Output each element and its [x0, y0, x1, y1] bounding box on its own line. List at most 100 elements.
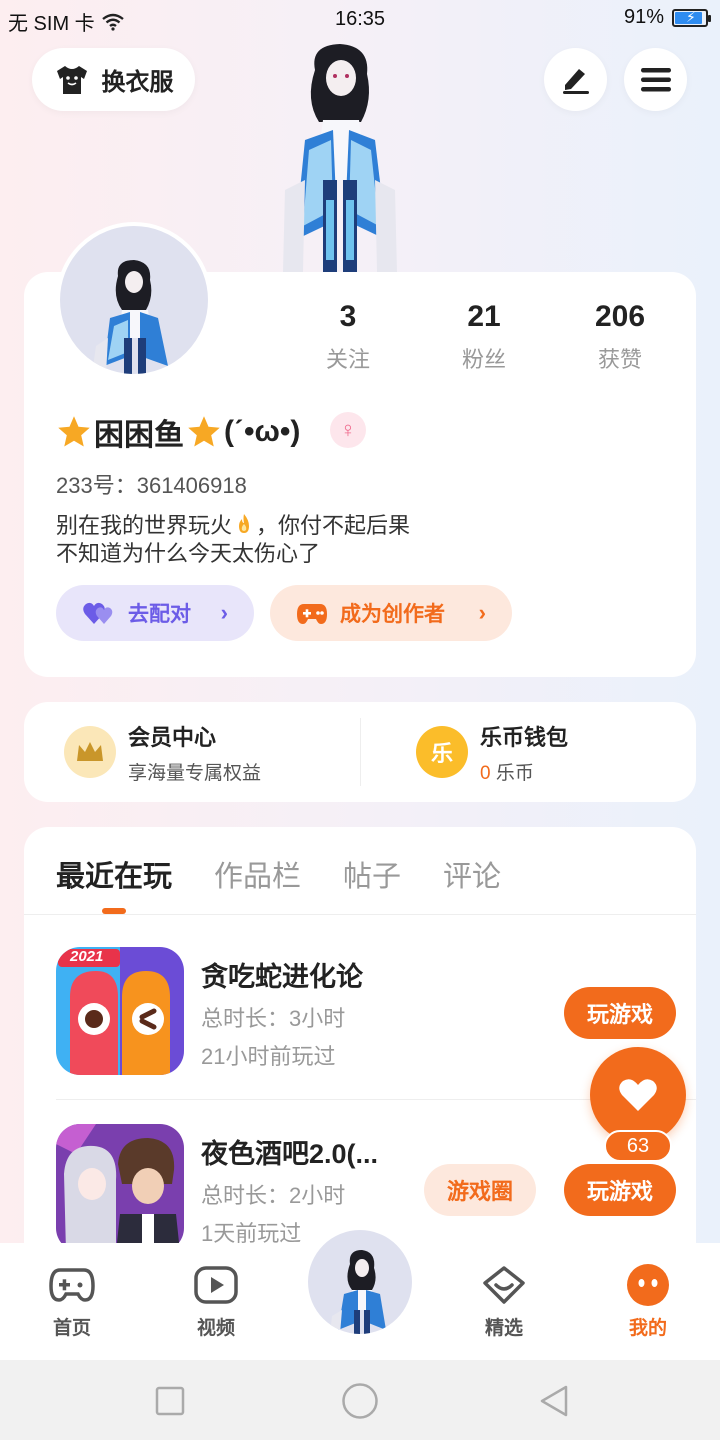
- nav-home[interactable]: 首页: [22, 1263, 122, 1340]
- battery-icon: ⚡: [672, 8, 711, 27]
- game-icon-bar[interactable]: [56, 1124, 184, 1252]
- play-game-button[interactable]: 玩游戏: [564, 1164, 676, 1216]
- menu-button[interactable]: [624, 48, 687, 111]
- like-count: 63: [604, 1130, 672, 1162]
- heart-box-icon: [454, 1263, 554, 1307]
- nav-featured[interactable]: 精选: [454, 1263, 554, 1340]
- divider: [24, 914, 696, 915]
- stat-value: 21: [467, 300, 501, 333]
- status-bar: 无 SIM 卡 16:35 91% ⚡: [0, 0, 720, 38]
- wallet-unit: 乐币: [490, 762, 534, 784]
- membership-center[interactable]: 会员中心 享海量专属权益: [24, 702, 360, 802]
- tab-posts[interactable]: 帖子: [343, 853, 401, 895]
- game-badge-year: 2021: [70, 948, 104, 965]
- stat-value: 206: [594, 300, 646, 333]
- pencil-icon: [562, 68, 589, 94]
- fire-icon: [239, 514, 250, 533]
- uid-label: 233号：: [56, 473, 137, 498]
- game-name: 夜色酒吧2.0(...: [201, 1139, 379, 1169]
- heart-icon: [619, 1079, 657, 1111]
- stat-likes[interactable]: 206 获赞: [552, 300, 688, 374]
- menu-icon: [640, 67, 671, 91]
- crown-icon: [64, 726, 116, 778]
- star-icon: [58, 416, 90, 447]
- stat-value: 3: [339, 300, 357, 333]
- nickname-suffix: (ˊ•ω•): [224, 415, 301, 448]
- stat-label: 获赞: [597, 347, 642, 372]
- wallet-title: 乐币钱包: [480, 724, 569, 750]
- bio-text: ，你付不起后果: [256, 513, 411, 538]
- coin-icon-text: 乐: [430, 741, 453, 766]
- user-id: 233号：361406918: [56, 468, 247, 500]
- become-creator-button[interactable]: 成为创作者 ›: [270, 585, 512, 641]
- nav-label: 我的: [628, 1318, 667, 1339]
- hearts-icon: [82, 600, 116, 626]
- chevron-right-icon: ›: [220, 600, 228, 625]
- nickname: 困困鱼 (ˊ•ω•): [56, 410, 300, 454]
- gamepad-icon: [296, 600, 328, 626]
- avatar-3d-figure[interactable]: [275, 40, 405, 272]
- profile-avatar[interactable]: [56, 222, 212, 378]
- creator-label: 成为创作者: [340, 603, 445, 626]
- bio: 别在我的世界玩火 ，你付不起后果 不知道为什么今天太伤心了: [56, 512, 410, 568]
- tab-works[interactable]: 作品栏: [214, 853, 301, 895]
- gamepad-icon: [22, 1263, 122, 1307]
- wallet-amount: 0: [480, 762, 491, 784]
- tab-comments[interactable]: 评论: [443, 853, 501, 895]
- game-last-played: 21小时前玩过: [201, 1044, 336, 1069]
- match-button[interactable]: 去配对 ›: [56, 585, 254, 641]
- play-game-button[interactable]: 玩游戏: [564, 987, 676, 1039]
- game-name: 贪吃蛇进化论: [201, 962, 363, 992]
- change-outfit-button[interactable]: 换衣服: [32, 48, 195, 111]
- play-icon: [166, 1263, 266, 1307]
- membership-subtitle: 享海量专属权益: [128, 762, 262, 784]
- nickname-text: 困困鱼: [94, 419, 184, 452]
- like-button[interactable]: [590, 1047, 686, 1143]
- edit-profile-button[interactable]: [544, 48, 607, 111]
- bio-text: 别在我的世界玩火: [56, 513, 233, 538]
- game-circle-button[interactable]: 游戏圈: [424, 1164, 536, 1216]
- nav-video[interactable]: 视频: [166, 1263, 266, 1340]
- game-duration: 总时长：3小时: [201, 1006, 346, 1031]
- stat-following[interactable]: 3 关注: [280, 300, 416, 374]
- nav-label: 精选: [484, 1318, 523, 1339]
- profile-stats: 3 关注 21 粉丝 206 获赞: [280, 300, 696, 374]
- coin-icon: 乐: [416, 726, 468, 778]
- activity-card: 最近在玩 作品栏 帖子 评论 2021 贪吃蛇进化论 总时长：3小时 21小时前…: [24, 827, 696, 1267]
- stat-followers[interactable]: 21 粉丝: [416, 300, 552, 374]
- bio-line-2: 不知道为什么今天太伤心了: [56, 541, 321, 566]
- nav-mine[interactable]: 我的: [598, 1263, 698, 1340]
- back-icon[interactable]: [538, 1384, 570, 1418]
- membership-wallet-card: 会员中心 享海量专属权益 乐 乐币钱包 0 乐币: [24, 702, 696, 802]
- battery-percent: 91%: [623, 6, 664, 28]
- match-label: 去配对: [128, 603, 191, 626]
- nav-label: 视频: [196, 1318, 235, 1339]
- membership-title: 会员中心: [128, 724, 217, 750]
- star-icon: [188, 416, 220, 447]
- avatar-figure-icon: [92, 260, 168, 374]
- home-icon[interactable]: [341, 1382, 379, 1420]
- stat-label: 关注: [325, 347, 370, 372]
- battery-group: 91% ⚡: [623, 6, 711, 29]
- tab-recent-play[interactable]: 最近在玩: [56, 853, 172, 895]
- chevron-right-icon: ›: [478, 600, 486, 625]
- nav-avatar-button[interactable]: [300, 1222, 420, 1342]
- game-row[interactable]: 2021 贪吃蛇进化论 总时长：3小时 21小时前玩过 玩游戏: [56, 947, 676, 1077]
- nav-label: 首页: [52, 1318, 91, 1339]
- tshirt-icon: [56, 65, 87, 94]
- clock: 16:35: [334, 8, 386, 30]
- game-icon-snake[interactable]: 2021: [56, 947, 184, 1075]
- recents-icon[interactable]: [155, 1386, 185, 1416]
- wallet-balance: 0 乐币: [480, 758, 568, 785]
- uid-value: 361406918: [136, 473, 247, 498]
- face-icon: [598, 1263, 698, 1307]
- stat-label: 粉丝: [461, 347, 506, 372]
- system-nav-bar: [0, 1360, 720, 1440]
- avatar: [308, 1230, 412, 1334]
- bio-line-1: 别在我的世界玩火 ，你付不起后果: [56, 512, 410, 540]
- female-gender-icon: ♀: [330, 412, 366, 448]
- game-duration: 总时长：2小时: [201, 1183, 346, 1208]
- change-outfit-label: 换衣服: [101, 69, 174, 96]
- coin-wallet[interactable]: 乐 乐币钱包 0 乐币: [360, 702, 696, 802]
- activity-tabs: 最近在玩 作品栏 帖子 评论: [56, 853, 501, 895]
